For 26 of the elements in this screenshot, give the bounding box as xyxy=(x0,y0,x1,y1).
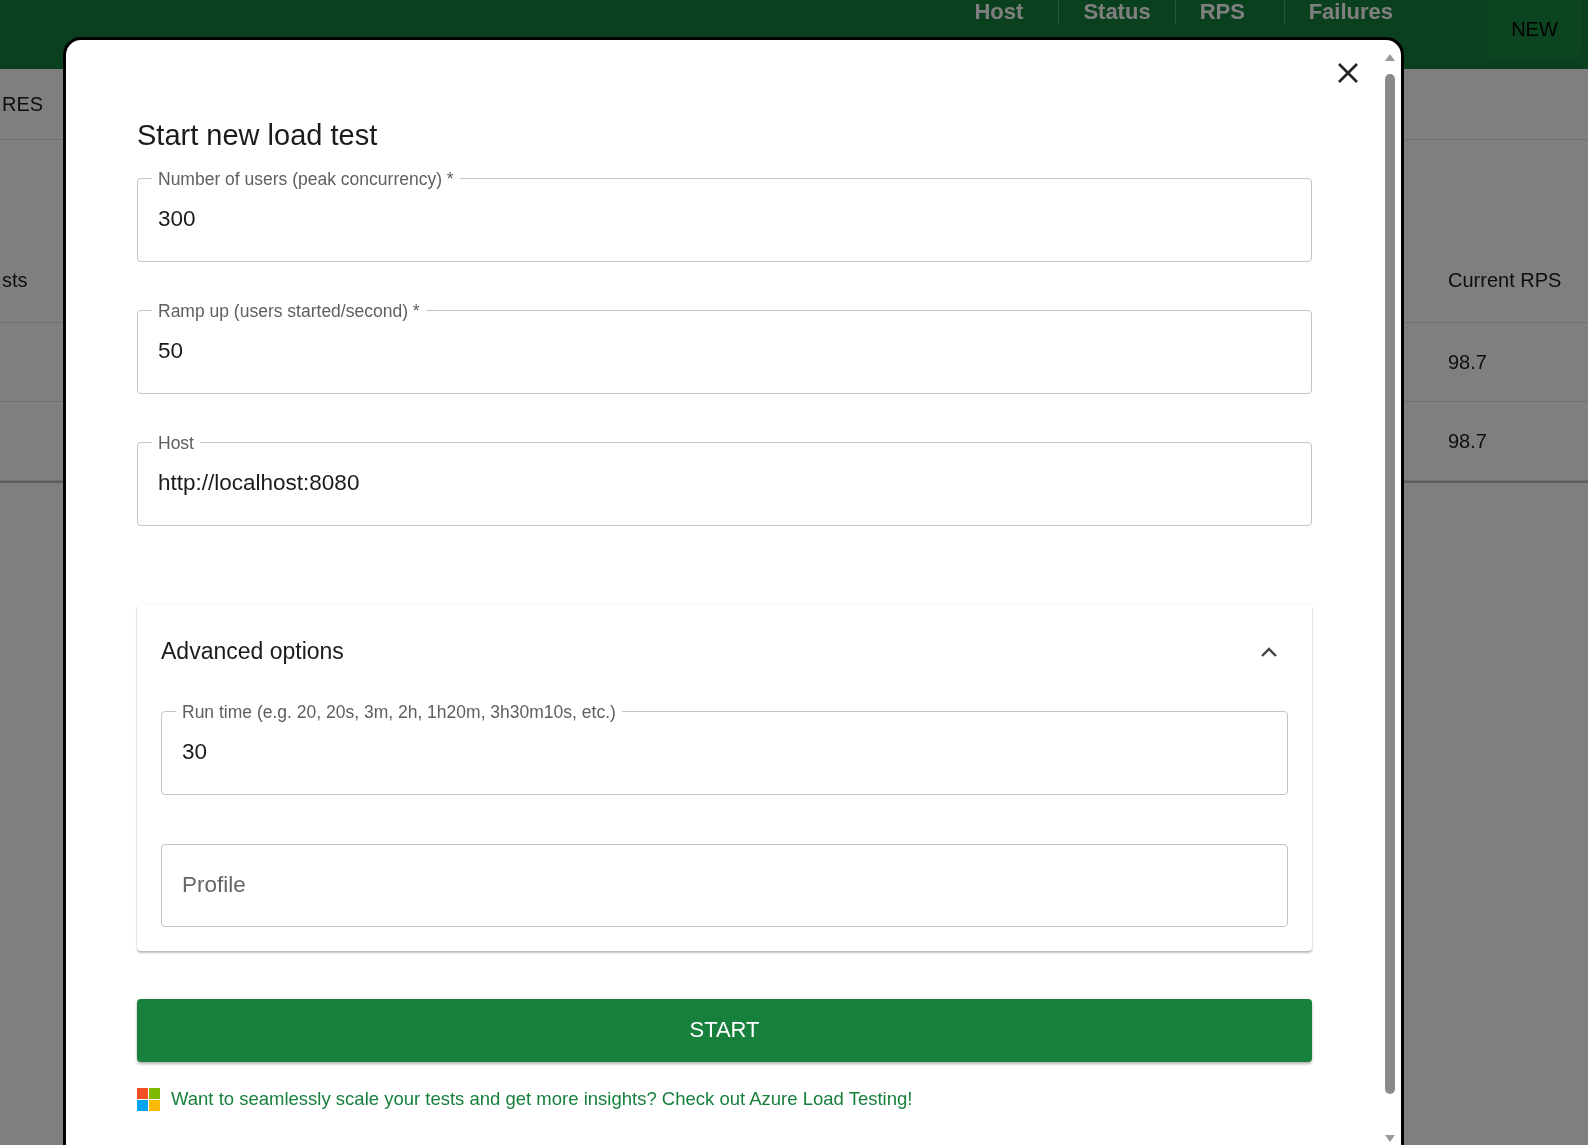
field-label: Number of users (peak concurrency) * xyxy=(157,168,455,189)
field-label: Host xyxy=(157,432,195,453)
placeholder-text: Profile xyxy=(182,871,247,898)
dialog-title: Start new load test xyxy=(137,118,379,153)
start-button[interactable]: START xyxy=(137,998,1312,1062)
chevron-icon xyxy=(1260,645,1278,658)
table-cell-text: 98.7 xyxy=(1448,350,1488,374)
field-label: Ramp up (users started/second) * xyxy=(157,300,421,321)
accordion-header[interactable]: Advanced options xyxy=(161,603,1288,700)
field-value: 30 xyxy=(182,738,209,765)
close-icon[interactable] xyxy=(1337,62,1359,84)
field-label: Run time (e.g. 20, 20s, 3m, 2h, 1h20m, 3h30m10s, etc.) xyxy=(181,701,617,722)
stat-label: Failures xyxy=(1308,0,1393,25)
table-cell-text: 98.7 xyxy=(1448,429,1488,453)
field-value: 50 xyxy=(158,337,185,364)
field-value: 300 xyxy=(158,205,197,232)
promo-link[interactable]: Want to seamlessly scale your tests and get more insights? Check out Azure Load Testing! xyxy=(171,1088,913,1111)
tab[interactable]: RES xyxy=(0,92,44,116)
stat-label: Host xyxy=(974,0,1025,25)
field-value: http://localhost:8080 xyxy=(158,469,361,496)
stat-label: RPS xyxy=(1199,0,1246,25)
stat-label: Status xyxy=(1083,0,1151,25)
column-header: sts xyxy=(2,268,28,292)
input-field[interactable]: Profile xyxy=(161,843,1288,927)
windows-logo-icon xyxy=(137,1087,160,1111)
column-header: Current RPS xyxy=(1448,268,1562,292)
